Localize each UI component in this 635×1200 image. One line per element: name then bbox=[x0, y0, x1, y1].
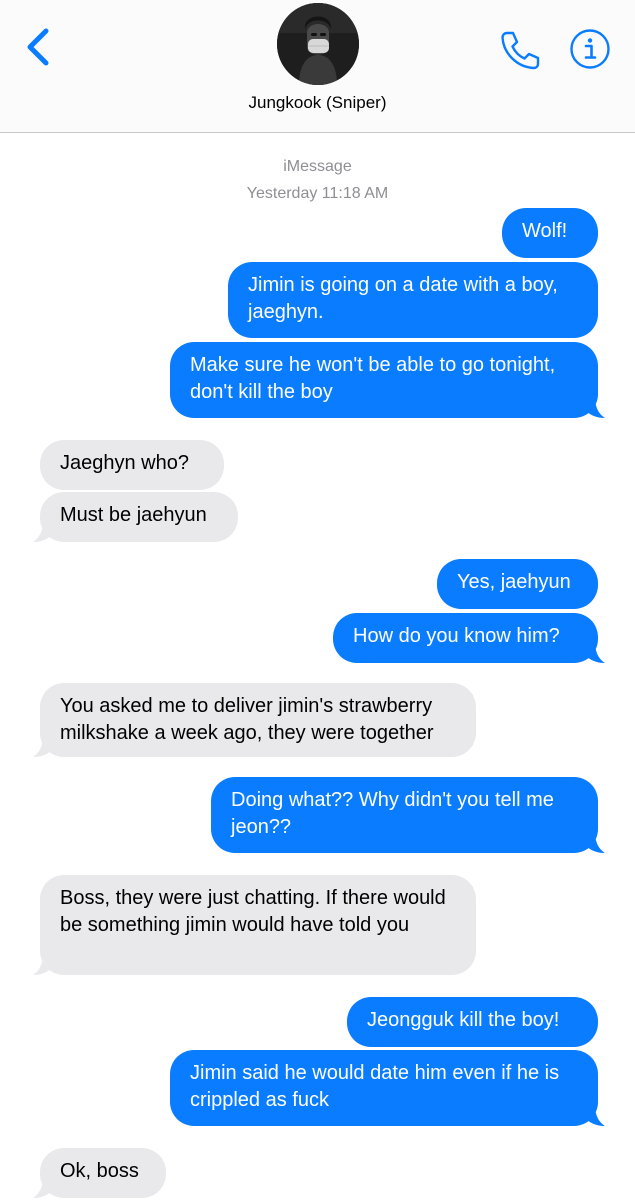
bubble-tail bbox=[585, 641, 605, 663]
message-text: Jeongguk kill the boy! bbox=[367, 1009, 560, 1031]
chevron-left-icon bbox=[27, 28, 49, 66]
message-text: Jaeghyn who? bbox=[60, 452, 189, 474]
sent-message-bubble[interactable]: How do you know him? bbox=[333, 613, 605, 663]
info-button[interactable] bbox=[569, 28, 611, 70]
message-text: Make sure he won't be able to go tonight… bbox=[190, 354, 556, 403]
sent-message-bubble[interactable]: Jimin is going on a date with a boy, jae… bbox=[228, 262, 598, 338]
info-icon bbox=[570, 29, 610, 69]
message-text: Jimin is going on a date with a boy, jae… bbox=[248, 274, 558, 323]
bubble-tail bbox=[585, 831, 605, 853]
received-message-bubble[interactable]: Must be jaehyun bbox=[33, 492, 238, 542]
conversation-header: Jungkook (Sniper) bbox=[0, 0, 635, 133]
sent-message-bubble[interactable]: Jimin said he would date him even if he … bbox=[170, 1050, 605, 1126]
message-text: Yes, jaehyun bbox=[457, 571, 571, 593]
bubble-tail bbox=[585, 1104, 605, 1126]
contact-name[interactable]: Jungkook (Sniper) bbox=[0, 93, 635, 113]
service-label: iMessage bbox=[283, 158, 352, 175]
received-message-bubble[interactable]: You asked me to deliver jimin's strawber… bbox=[33, 683, 476, 757]
message-text: Must be jaehyun bbox=[60, 504, 207, 526]
sent-message-bubble[interactable]: Doing what?? Why didn't you tell me jeon… bbox=[211, 777, 605, 853]
sent-message-bubble[interactable]: Yes, jaehyun bbox=[437, 559, 598, 609]
message-text: Doing what?? Why didn't you tell me jeon… bbox=[231, 789, 554, 838]
phone-icon bbox=[501, 31, 540, 70]
message-text: Wolf! bbox=[522, 220, 568, 242]
message-text: Boss, they were just chatting. If there … bbox=[60, 887, 446, 936]
bubble-tail bbox=[585, 396, 605, 418]
message-timestamp: Yesterday 11:18 AM bbox=[246, 185, 389, 202]
sent-message-bubble[interactable]: Jeongguk kill the boy! bbox=[347, 997, 598, 1047]
received-message-bubble[interactable]: Ok, boss bbox=[33, 1148, 166, 1198]
message-text: You asked me to deliver jimin's strawber… bbox=[60, 695, 434, 744]
received-message-bubble[interactable]: Boss, they were just chatting. If there … bbox=[33, 875, 476, 975]
received-message-bubble[interactable]: Jaeghyn who? bbox=[40, 440, 224, 490]
bubble-tail bbox=[33, 520, 53, 542]
call-button[interactable] bbox=[498, 28, 542, 72]
back-button[interactable] bbox=[20, 24, 60, 70]
sent-message-bubble[interactable]: Make sure he won't be able to go tonight… bbox=[170, 342, 605, 418]
contact-avatar[interactable] bbox=[277, 3, 359, 85]
bubble-tail bbox=[33, 953, 53, 975]
bubble-tail bbox=[33, 735, 53, 757]
sent-message-bubble[interactable]: Wolf! bbox=[502, 208, 598, 258]
message-text: Jimin said he would date him even if he … bbox=[190, 1062, 560, 1111]
message-text: Ok, boss bbox=[60, 1160, 139, 1182]
bubble-tail bbox=[33, 1176, 53, 1198]
message-text: How do you know him? bbox=[353, 625, 560, 647]
